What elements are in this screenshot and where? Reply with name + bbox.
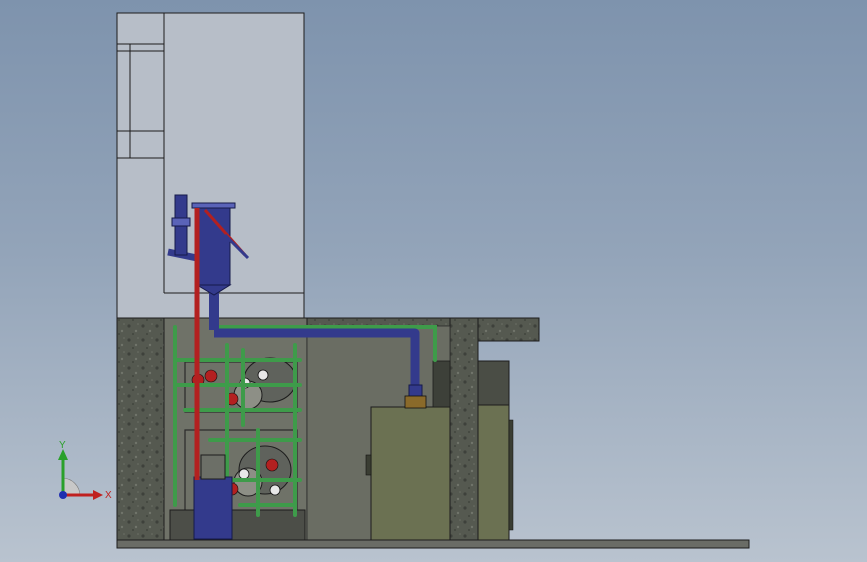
red-valve-5[interactable]	[265, 458, 279, 472]
foundation-right-pier[interactable]	[449, 317, 479, 541]
gauge-3[interactable]	[269, 484, 281, 496]
red-valve-2[interactable]	[204, 369, 218, 383]
y-axis-label: Y	[59, 440, 66, 451]
z-axis-icon	[59, 491, 67, 499]
main-pump-motor[interactable]	[200, 454, 226, 480]
pump-base[interactable]	[169, 509, 306, 541]
gauge-1[interactable]	[257, 369, 269, 381]
control-cabinet[interactable]	[370, 406, 451, 541]
header-valve-base[interactable]	[404, 395, 427, 409]
relief-valve-bonnet[interactable]	[171, 217, 191, 227]
x-arrowhead-icon	[93, 490, 103, 500]
floor-slab[interactable]	[116, 539, 750, 549]
gauge-4[interactable]	[238, 468, 250, 480]
transformer-box[interactable]	[432, 360, 451, 408]
cad-graphics-area[interactable]: Y X	[0, 0, 867, 562]
x-axis-label: X	[105, 490, 112, 501]
separator-column[interactable]	[196, 204, 231, 286]
side-cabinet-hinge	[508, 419, 514, 531]
separator-top-flange[interactable]	[191, 202, 236, 209]
side-cabinet-door[interactable]	[477, 404, 510, 541]
cabinet-handle[interactable]	[365, 454, 372, 476]
main-pump-casing[interactable]	[193, 476, 233, 540]
coordinate-triad[interactable]: Y X	[50, 440, 120, 510]
foundation-ledge[interactable]	[477, 317, 540, 342]
assembly-model[interactable]	[0, 0, 867, 562]
